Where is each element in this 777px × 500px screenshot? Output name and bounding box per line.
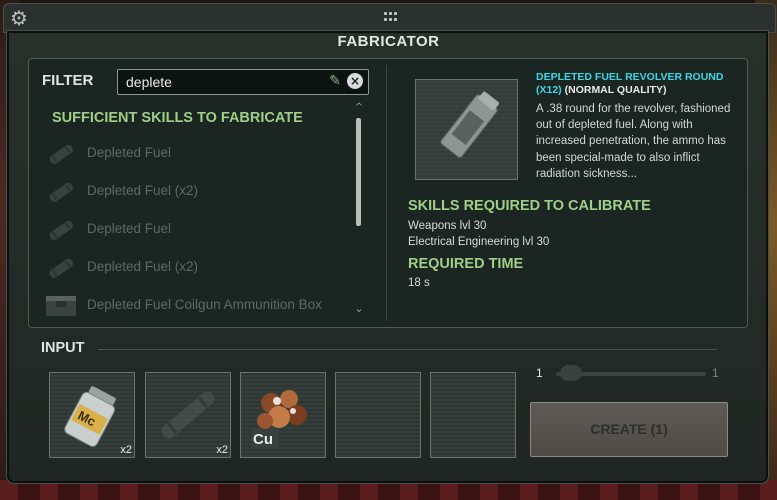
item-description: A .38 round for the revolver, fashioned … [536,103,731,180]
scroll-up-icon[interactable]: ^ [354,102,364,114]
input-label: INPUT [41,340,85,356]
recipe-item[interactable]: Depleted Fuel Coilgun Ammunition Box [40,288,350,324]
fuel-rod-icon [49,258,73,278]
copper-label-text: Cu [253,431,273,448]
recipe-item[interactable]: Depleted Fuel [40,212,350,248]
item-preview [415,79,518,180]
skill-requirement: Weapons lvl 30 [408,220,487,232]
drag-handle-icon[interactable] [384,12,398,24]
input-divider [98,349,717,350]
recipe-item[interactable]: Depleted Fuel [40,136,350,172]
input-slot[interactable]: x2 [145,372,231,458]
fuel-rod-icon [49,220,73,240]
recipe-item-label: Depleted Fuel Coilgun Ammunition Box [87,297,322,312]
selected-item-name: DEPLETED FUEL REVOLVER ROUND (X12) (NORM… [536,71,736,97]
recipe-item-label: Depleted Fuel [87,145,172,160]
input-slot[interactable]: Cu [240,372,326,458]
ammo-box-icon [46,296,76,316]
recipe-item[interactable]: Depleted Fuel (x2) [40,174,350,210]
create-button[interactable]: CREATE (1) [530,402,728,457]
amount-max: 1 [712,366,719,380]
recipe-item-label: Depleted Fuel (x2) [87,183,199,198]
window-title: FABRICATOR [337,33,440,50]
recipe-list: Depleted Fuel Depleted Fuel (x2) Deplete… [40,136,350,321]
sufficient-skills-heading: SUFFICIENT SKILLS TO FABRICATE [52,110,303,126]
filter-label: FILTER [42,72,94,89]
skill-requirement: Electrical Engineering lvl 30 [408,236,550,248]
filter-box: ✎ × [117,69,369,95]
scroll-down-icon[interactable]: ⌄ [354,302,364,316]
fuel-rod-icon [49,144,73,164]
recipe-item-label: Depleted Fuel (x2) [87,259,199,274]
slot-count: x2 [216,444,228,456]
copper-ore-icon: Cu [251,390,307,448]
recipe-item[interactable]: Depleted Fuel (x2) [40,250,350,286]
input-slot-empty[interactable] [430,372,516,458]
required-time-heading: REQUIRED TIME [408,256,524,272]
input-slot-empty[interactable] [335,372,421,458]
amount-slider-handle[interactable] [560,365,582,381]
clear-filter-button[interactable]: × [347,73,363,89]
edit-pencil-icon: ✎ [329,73,341,89]
amount-min: 1 [536,366,543,380]
recipe-list-scrollbar[interactable]: ^ ⌄ [354,102,364,320]
filter-input[interactable] [126,73,326,91]
input-slot[interactable]: Mc x2 [49,372,135,458]
item-quality: (NORMAL QUALITY) [564,84,667,96]
fuel-rod-icon [49,182,73,202]
scroll-thumb[interactable] [356,118,361,226]
window-top-bar[interactable]: ⚙ [3,3,776,33]
revolver-round-icon [440,91,499,158]
gear-icon[interactable]: ⚙ [8,7,30,29]
panel-divider [386,65,387,321]
recipe-item-label: Depleted Fuel [87,221,172,236]
required-time-value: 18 s [408,277,430,289]
skills-required-heading: SKILLS REQUIRED TO CALIBRATE [408,198,651,214]
slot-count: x2 [120,444,132,456]
